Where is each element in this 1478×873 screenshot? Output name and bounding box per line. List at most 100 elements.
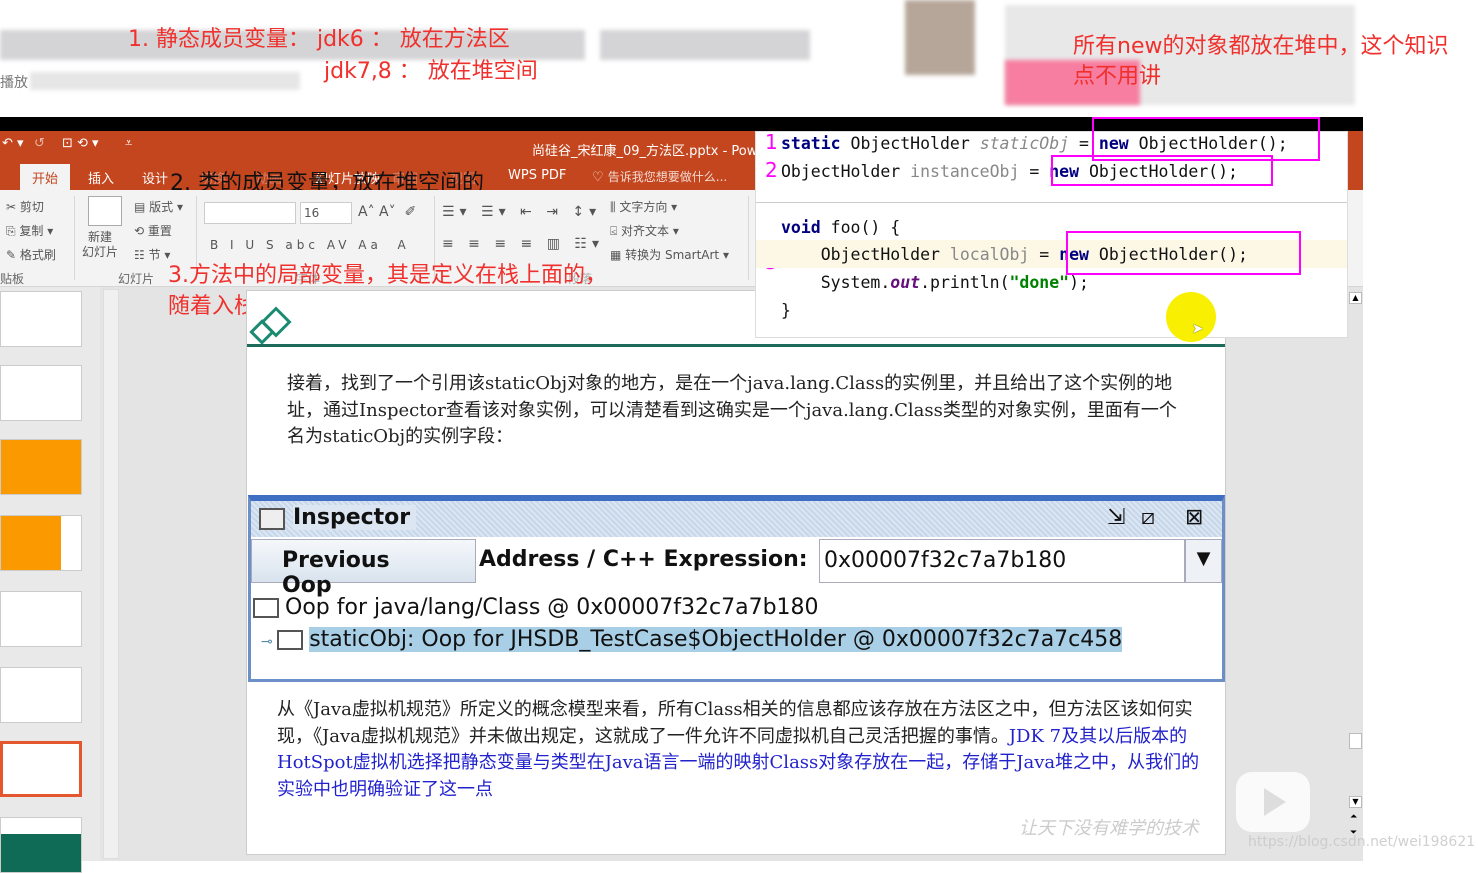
inspector-title: Inspector (293, 505, 417, 530)
scissors-icon: ✂ (6, 200, 20, 214)
tell-me-search[interactable]: ♡ 告诉我您想要做什么... (592, 168, 727, 185)
expression: System. (781, 273, 891, 292)
smartart-button[interactable]: ▦ 转换为 SmartArt ▾ (610, 246, 729, 263)
annotation-3-line1: 3.方法中的局部变量，其是定义在栈上面的， (168, 263, 607, 288)
code-line: void foo() { (781, 218, 900, 237)
expression: foo() { (820, 218, 901, 237)
slide-thumbnail-selected[interactable] (0, 741, 82, 797)
operator: = (1019, 162, 1050, 181)
mouse-cursor-icon: ➤ (1192, 317, 1205, 341)
cut-button[interactable]: ✂ 剪切 (6, 198, 44, 215)
smartart-label: 转换为 SmartArt (625, 248, 720, 262)
reset-icon: ⟲ (134, 224, 148, 238)
scroll-up-button[interactable]: ▲ (1349, 292, 1362, 304)
group-slides: 幻灯片 (118, 272, 155, 286)
previous-oop-label: Previous Oop (282, 548, 390, 598)
tab-wps-pdf[interactable]: WPS PDF (508, 168, 566, 183)
new-slide-button[interactable]: 新建 幻灯片 (82, 230, 118, 260)
tree-expand-icon[interactable]: ⊸ (261, 634, 277, 650)
copy-icon: ⎘ (6, 224, 20, 238)
layout-label: 版式 (149, 200, 174, 214)
list-buttons[interactable]: ☰▾ ☰▾ ⇤ ⇥ ↕▾ (442, 204, 601, 220)
format-painter-button[interactable]: ✎ 格式刷 (6, 246, 56, 263)
minimize-icon[interactable]: ⇲ (1107, 505, 1125, 530)
slide-thumbnail[interactable] (0, 667, 82, 723)
cursor-highlight (1166, 292, 1216, 342)
divider (74, 196, 75, 280)
slide-thumbnail[interactable] (0, 817, 82, 873)
scroll-thumb[interactable] (1349, 733, 1362, 749)
marker-1: 1 (765, 130, 778, 154)
slide-thumbnail[interactable] (0, 591, 82, 647)
previous-slide-icon[interactable]: ⏶ (1350, 812, 1357, 822)
tab-insert[interactable]: 插入 (88, 168, 114, 187)
code-line: System.out.println("done"); (781, 273, 1089, 292)
vertical-scrollbar[interactable]: ▲ ▼ ⏶ ⏷ (1348, 290, 1363, 840)
tree-item[interactable]: Oop for java/lang/Class @ 0x00007f32c7a7… (253, 595, 819, 620)
expression: ); (1069, 273, 1089, 292)
layout-icon: ▤ (134, 200, 150, 214)
window-title: 尚硅谷_宋红康_09_方法区.pptx - Power (532, 144, 771, 159)
header-line (247, 344, 1225, 347)
slide-thumbnail[interactable] (0, 439, 82, 495)
section-button[interactable]: ☷ 节 ▾ (134, 246, 170, 263)
divider (748, 196, 749, 280)
copy-button[interactable]: ⎘ 复制 ▾ (6, 222, 53, 239)
align-text-label: 对齐文本 (621, 224, 670, 238)
format-painter-label: 格式刷 (19, 248, 56, 262)
scroll-down-button[interactable]: ▼ (1349, 796, 1362, 808)
expression: .println( (920, 273, 1010, 292)
folder-icon (253, 598, 279, 618)
inspector-window: Inspector ⇲ ⧄ ⊠ Previous Oop Address / C… (248, 495, 1225, 682)
address-input[interactable]: 0x00007f32c7a7b180 (819, 539, 1185, 583)
undo-icon[interactable]: ↶ ▾ (2, 136, 24, 151)
tab-design[interactable]: 设计 (142, 168, 168, 187)
string-literal: "done" (1009, 273, 1070, 292)
lightbulb-icon: ♡ (592, 170, 608, 185)
presenter-icon[interactable]: ⊡ ⟲ ▾ (62, 136, 99, 151)
previous-oop-button[interactable]: Previous Oop (251, 539, 476, 598)
footer-watermark: 让天下没有难学的技术 (1019, 818, 1199, 839)
font-size-buttons[interactable]: A˄ A˅ ✐ (358, 204, 416, 220)
address-value: 0x00007f32c7a7b180 (824, 548, 1067, 573)
font-style-buttons[interactable]: B I U S abc AV Aa A (210, 238, 410, 252)
type: ObjectHolder (840, 134, 980, 153)
slide-thumbnail[interactable] (0, 515, 82, 571)
slide-thumbnail[interactable] (0, 365, 82, 421)
copy-label: 复制 (19, 224, 44, 238)
layout-button[interactable]: ▤ 版式 ▾ (134, 198, 183, 215)
address-dropdown-button[interactable]: ▼ (1185, 539, 1222, 583)
annotation-1-line1: 1. 静态成员变量： jdk6 ： 放在方法区 (128, 27, 510, 52)
variable: localObj (949, 245, 1030, 264)
tab-home[interactable]: 开始 (20, 164, 71, 190)
slide-thumbnail[interactable] (0, 291, 82, 347)
left-fragment: 播放 (0, 75, 28, 91)
operator: = (1029, 245, 1060, 264)
redo-icon[interactable]: ↺ (34, 136, 45, 151)
slide-paragraph-2: 从《Java虚拟机规范》所定义的概念模型来看，所有Class相关的信息都应该存放… (277, 697, 1202, 803)
cut-label: 剪切 (19, 200, 44, 214)
close-icon[interactable]: ⊠ (1185, 505, 1203, 530)
tell-me-label: 告诉我您想要做什么... (607, 170, 728, 184)
align-text-button[interactable]: ⍃ 对齐文本 ▾ (610, 222, 679, 239)
field: out (890, 273, 921, 292)
customize-icon[interactable]: ⩡ (125, 136, 132, 151)
tree-item-selected[interactable]: ⊸ staticObj: Oop for JHSDB_TestCase$Obje… (261, 627, 1123, 652)
address-label: Address / C++ Expression: (479, 547, 808, 572)
blurred-region (30, 72, 300, 90)
font-name-input[interactable] (204, 202, 296, 224)
align-buttons[interactable]: ≡ ≡ ≡ ≡ ▥ ☷▾ (442, 236, 604, 252)
group-clipboard: 贴板 (0, 272, 25, 286)
text-direction-button[interactable]: ⫼ 文字方向 ▾ (610, 198, 677, 215)
type: ObjectHolder (781, 162, 911, 181)
slide-thumbnails (0, 287, 119, 873)
tree-item-label: Oop for java/lang/Class @ 0x00007f32c7a7… (285, 595, 819, 620)
reset-button[interactable]: ⟲ 重置 (134, 222, 172, 239)
thumbnail-scrollbar[interactable] (103, 289, 119, 859)
divider (756, 202, 1347, 203)
font-size-value: 16 (304, 206, 320, 220)
slide-paragraph-1: 接着，找到了一个引用该staticObj对象的地方，是在一个java.lang.… (287, 373, 1177, 447)
bilibili-tv-icon (1236, 772, 1310, 832)
font-size-input[interactable]: 16 (300, 202, 352, 224)
maximize-icon[interactable]: ⧄ (1141, 505, 1155, 530)
